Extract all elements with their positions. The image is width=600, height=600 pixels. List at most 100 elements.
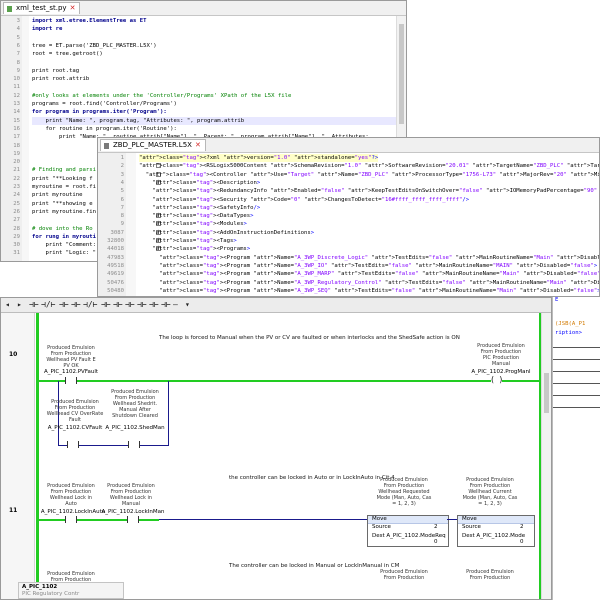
rung-10-wire bbox=[39, 380, 539, 382]
status-line-1: A_PIC_1102 bbox=[22, 584, 58, 590]
rung-12-description-b: Produced Emulsion From Production bbox=[380, 569, 428, 581]
ladder-tool-0-icon[interactable]: ◂ bbox=[5, 300, 10, 309]
ladder-tool-13-icon[interactable]: — bbox=[173, 300, 178, 309]
xml-line: "attr">class="tag"><?xml "attr">version=… bbox=[139, 154, 379, 163]
move2-source-value: 2 bbox=[520, 524, 524, 530]
rung-11-wire-mid bbox=[159, 519, 367, 520]
code-line: print "Comment: bbox=[32, 242, 96, 249]
move1-dest-value: 0 bbox=[434, 539, 438, 545]
rung-11-move-block-2[interactable]: Move Source 2 Dest A_PIC_1102.Mode 0 bbox=[457, 515, 535, 547]
xml-line: "attr">class="tag"><Modules> bbox=[152, 221, 247, 228]
xml-line: "attr">class="tag"><AddOnInstructionDefi… bbox=[152, 229, 315, 236]
ladder-tool-12-icon[interactable]: ⊣⊢ bbox=[161, 300, 171, 309]
rung-10-output-coil[interactable]: ( ) bbox=[491, 375, 503, 384]
rung-11-move1-description: Produced Emulsion From Production Wellhe… bbox=[376, 477, 432, 507]
line-number: 24 bbox=[13, 192, 20, 199]
tab-label: xml_test_st.py bbox=[16, 4, 67, 12]
xml-line: "attr">class="tag"><Programs> bbox=[152, 246, 251, 253]
rung-11-wire-between bbox=[447, 519, 457, 520]
ladder-tool-5-icon[interactable]: ⊣⊢ bbox=[71, 300, 81, 309]
xml-line: "attr">class="tag"><Program "attr">Name=… bbox=[159, 279, 599, 286]
rung-11-move-block-1[interactable]: Move Source 2 Dest A_PIC_1102.ModeReq 0 bbox=[367, 515, 449, 547]
status-line-2: PIC Regulatory Contr bbox=[22, 591, 80, 597]
move2-source-label: Source bbox=[462, 524, 481, 530]
move1-source-value: 2 bbox=[434, 524, 438, 530]
peek-line-2: ription> bbox=[555, 330, 582, 336]
line-number: 26 bbox=[13, 208, 20, 215]
line-number: 19 bbox=[13, 150, 20, 157]
line-number: 12 bbox=[13, 92, 20, 99]
ladder-tool-11-icon[interactable]: ⊣⊢ bbox=[149, 300, 159, 309]
xml-line: "attr">class="tag"><RedundancyInfo "attr… bbox=[152, 188, 598, 195]
xml-file-icon bbox=[104, 143, 109, 149]
ladder-logic-window: ◂ ▸ ⊣⊢ ⊣/⊢ ⊣⊢ ⊣⊢ ⊣/⊢ ⊣⊢ ⊣⊢ ⊣⊢ ⊣⊢ ⊣⊢ ⊣⊢ — ▾ 10 11 The l… bbox=[0, 297, 552, 600]
rung-10-contact-a-tag: A_PIC_1102.PVFault bbox=[43, 369, 99, 375]
ladder-tool-6-icon[interactable]: ⊣/⊢ bbox=[83, 300, 97, 309]
ladder-tool-14-icon[interactable]: ▾ bbox=[185, 300, 190, 309]
line-number: 25 bbox=[13, 200, 20, 207]
code-line: print root.tag bbox=[32, 67, 80, 74]
rung-10-contact-c-tag: A_PIC_1102.ShedMan bbox=[105, 425, 165, 431]
ladder-editor[interactable]: 10 11 The loop is forced to Manual when … bbox=[1, 313, 551, 599]
ladder-tool-8-icon[interactable]: ⊣⊢ bbox=[113, 300, 123, 309]
ladder-tool-3-icon[interactable]: ⊣/⊢ bbox=[41, 300, 55, 309]
ladder-tool-4-icon[interactable]: ⊣⊢ bbox=[59, 300, 69, 309]
rung-10-contact-b-description: Produced Emulsion From Production Wellhe… bbox=[46, 399, 104, 423]
line-number: 11 bbox=[13, 84, 20, 91]
line-number-gutter: 3 4 5 6 7 8 9 10 11 12 13 14 15 16 17 18 19 20 21 22 23 24 25 2… bbox=[1, 16, 23, 261]
ladder-tool-9-icon[interactable]: ⊣⊢ bbox=[125, 300, 135, 309]
rung-11-contact-b[interactable] bbox=[127, 516, 139, 523]
rung-10-branch-right bbox=[168, 381, 169, 445]
rung-12-description-c: Produced Emulsion From Production bbox=[466, 569, 514, 581]
line-number: 1 bbox=[120, 155, 124, 161]
line-number: 5 bbox=[120, 188, 124, 195]
fold-margin: − − + + + + + + bbox=[126, 153, 161, 296]
code-line: import xml.etree.ElementTree as ET bbox=[32, 18, 147, 24]
rung-number-11: 11 bbox=[9, 507, 18, 514]
xml-editor-window: ZBD_PLC_MASTER.L5X ✕ 1 2 3 4 5 6 7 8 9 3087 32800 44… bbox=[97, 137, 600, 297]
rung-10-comment: The loop is forced to Manual when the PV… bbox=[159, 335, 460, 341]
tab-zbd-plc-master[interactable]: ZBD_PLC_MASTER.L5X ✕ bbox=[100, 139, 206, 151]
xml-line: "attr">class="tag"><Program "attr">Name=… bbox=[159, 262, 598, 269]
ladder-tool-2-icon[interactable]: ⊣⊢ bbox=[29, 300, 39, 309]
code-line: print "Name: ", program.tag, "Attributes… bbox=[32, 116, 396, 125]
close-tab-icon[interactable]: ✕ bbox=[195, 141, 201, 149]
code-line: root = tree.getroot() bbox=[32, 51, 103, 58]
line-number: 3 bbox=[16, 18, 20, 24]
code-line: for routine in program.iter('Routine'): bbox=[32, 125, 177, 132]
rung-11-contact-a[interactable] bbox=[65, 516, 77, 523]
peek-line-1: (JSB(A_P1 bbox=[555, 321, 586, 327]
rung-10-contact-c[interactable] bbox=[128, 441, 140, 448]
line-number: 9 bbox=[120, 221, 124, 228]
rung-11-comment: the controller can be locked in Auto or … bbox=[229, 475, 395, 481]
line-number: 7 bbox=[120, 204, 124, 211]
line-number: 6 bbox=[120, 196, 124, 203]
scrollbar-thumb[interactable] bbox=[544, 373, 549, 413]
line-number: 49518 bbox=[107, 262, 124, 269]
code-line: for program in programs.iter('Program'): bbox=[32, 109, 167, 116]
line-number: 9 bbox=[16, 67, 20, 74]
line-number: 16 bbox=[13, 125, 20, 132]
xml-body[interactable]: 1 2 3 4 5 6 7 8 9 3087 32800 44018 47983 49518 49619 50… bbox=[98, 153, 599, 296]
move1-title: Move bbox=[372, 516, 387, 522]
xml-line: "attr">class="tag"><Security "attr">Code… bbox=[152, 196, 470, 203]
ladder-vertical-scrollbar[interactable] bbox=[541, 313, 551, 599]
code-line: print "**showing e bbox=[32, 200, 93, 207]
xml-tab-bar: ZBD_PLC_MASTER.L5X ✕ bbox=[98, 138, 599, 153]
rung-10-contact-a[interactable] bbox=[65, 377, 77, 384]
ladder-tool-10-icon[interactable]: ⊣⊢ bbox=[137, 300, 147, 309]
ladder-tool-1-icon[interactable]: ▸ bbox=[17, 300, 22, 309]
python-file-icon bbox=[7, 6, 12, 12]
code-line: for rung in myrouti bbox=[32, 233, 96, 240]
close-tab-icon[interactable]: ✕ bbox=[70, 4, 76, 12]
scrollbar-thumb[interactable] bbox=[399, 24, 404, 124]
line-number: 13 bbox=[13, 101, 20, 107]
ladder-tool-7-icon[interactable]: ⊣⊢ bbox=[101, 300, 111, 309]
line-number: 20 bbox=[13, 159, 20, 166]
rung-11-contact-a-description: Produced Emulsion From Production Wellhe… bbox=[47, 483, 95, 507]
tab-label: ZBD_PLC_MASTER.L5X bbox=[113, 141, 192, 149]
line-number: 8 bbox=[16, 59, 20, 66]
line-number: 3 bbox=[120, 171, 124, 178]
tab-xml-test-py[interactable]: xml_test_st.py ✕ bbox=[3, 2, 81, 14]
rung-10-contact-b[interactable] bbox=[67, 441, 79, 448]
